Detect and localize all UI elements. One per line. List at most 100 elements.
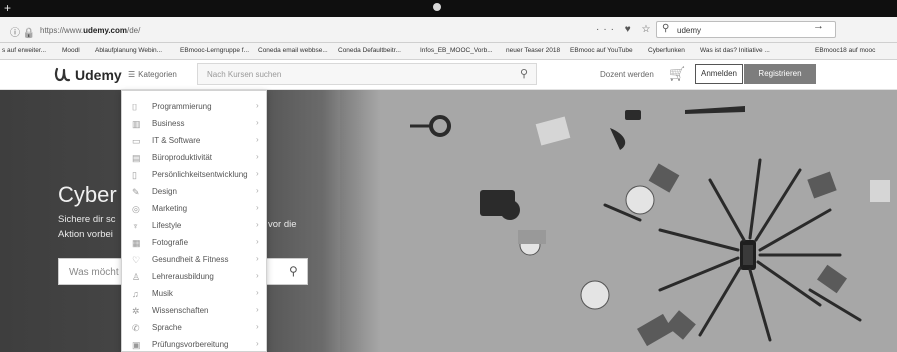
- become-instructor-link[interactable]: Dozent werden: [600, 70, 654, 79]
- category-item-musik[interactable]: ♫ Musik ›: [122, 288, 268, 304]
- categories-button[interactable]: ☰ Kategorien: [128, 70, 177, 79]
- category-item-design[interactable]: ✎ Design ›: [122, 186, 268, 202]
- category-item-lifestyle[interactable]: ♆ Lifestyle ›: [122, 220, 268, 236]
- chevron-right-icon: ›: [256, 220, 259, 229]
- login-button[interactable]: Anmelden: [695, 64, 743, 84]
- go-arrow-icon[interactable]: →: [813, 20, 824, 32]
- document-icon: ▤: [132, 153, 141, 163]
- url-suffix: /de/: [127, 26, 141, 35]
- category-label: Lifestyle: [152, 221, 182, 230]
- category-item-gesundheit-fitness[interactable]: ♡ Gesundheit & Fitness ›: [122, 254, 268, 270]
- category-item-wissenschaften[interactable]: ✲ Wissenschaften ›: [122, 305, 268, 321]
- music-icon: ♫: [132, 289, 139, 299]
- teacher-icon: ♙: [132, 272, 141, 282]
- chevron-right-icon: ›: [256, 203, 259, 212]
- category-label: Fotografie: [152, 238, 189, 247]
- category-item-persoenlichkeitsentwicklung[interactable]: ▯ Persönlichkeitsentwicklung ›: [122, 169, 268, 185]
- exam-icon: ▣: [132, 340, 141, 350]
- bookmark-item[interactable]: EBmooc auf YouTube: [570, 47, 633, 54]
- lifestyle-icon: ♆: [132, 221, 139, 231]
- category-item-fotografie[interactable]: ▦ Fotografie ›: [122, 237, 268, 253]
- heart-icon: ♡: [132, 255, 141, 265]
- chevron-right-icon: ›: [256, 186, 259, 195]
- bookmark-item[interactable]: Moodl: [62, 47, 80, 54]
- hero-search-placeholder: Was möcht: [69, 267, 119, 278]
- search-icon: ⚲: [662, 23, 670, 34]
- bookmark-item[interactable]: Ablaufplanung Webin...: [95, 47, 162, 54]
- category-item-sprache[interactable]: ✆ Sprache ›: [122, 322, 268, 338]
- search-icon[interactable]: ⚲: [289, 264, 298, 278]
- browser-tab-strip: +: [0, 0, 897, 17]
- logo-text[interactable]: Udemy: [75, 67, 122, 83]
- course-search-input[interactable]: Nach Kursen suchen ⚲: [197, 63, 537, 85]
- browser-search-value: udemy: [677, 26, 702, 35]
- atom-icon: ✲: [132, 306, 140, 316]
- tab-indicator: [433, 3, 441, 11]
- menu-icon: ☰: [128, 70, 136, 79]
- bookmark-item[interactable]: EBmooc-Lerngruppe f...: [180, 47, 249, 54]
- category-label: Musik: [152, 289, 173, 298]
- category-item-lehrerausbildung[interactable]: ♙ Lehrerausbildung ›: [122, 271, 268, 287]
- register-button[interactable]: Registrieren: [744, 64, 816, 84]
- chevron-right-icon: ›: [256, 305, 259, 314]
- target-icon: ◎: [132, 204, 140, 214]
- category-label: Sprache: [152, 323, 182, 332]
- categories-dropdown: ⌷ Programmierung › ▥ Business › ▭ IT & Softwa…: [121, 90, 267, 352]
- bookmark-item[interactable]: s auf erweiter...: [2, 47, 46, 54]
- monitor-icon: ▭: [132, 136, 141, 146]
- url-domain: udemy.com: [83, 26, 127, 35]
- category-item-business[interactable]: ▥ Business ›: [122, 118, 268, 134]
- category-item-bueroproduktivitaet[interactable]: ▤ Büroproduktivität ›: [122, 152, 268, 168]
- category-item-marketing[interactable]: ◎ Marketing ›: [122, 203, 268, 219]
- pencil-icon: ✎: [132, 187, 140, 197]
- category-label: Persönlichkeitsentwicklung: [152, 170, 248, 179]
- category-label: Büroproduktivität: [152, 153, 213, 162]
- lock-icon: ⓘ 🔒: [10, 28, 36, 39]
- chart-icon: ▥: [132, 119, 141, 129]
- site-header: Udemy ☰ Kategorien Nach Kursen suchen ⚲ D…: [0, 60, 897, 90]
- book-icon: ▯: [132, 170, 137, 180]
- search-icon[interactable]: ⚲: [520, 67, 528, 80]
- chevron-right-icon: ›: [256, 101, 259, 110]
- bookmark-item[interactable]: Was ist das? Initiative ...: [700, 47, 770, 54]
- address-bar[interactable]: https://www.udemy.com/de/: [40, 26, 140, 35]
- bookmark-item[interactable]: Infos_EB_MOOC_Vorb...: [420, 47, 493, 54]
- camera-icon: ▦: [132, 238, 141, 248]
- bookmark-item[interactable]: neuer Teaser 2018: [506, 47, 560, 54]
- category-item-it-software[interactable]: ▭ IT & Software ›: [122, 135, 268, 151]
- bookmark-item[interactable]: Cyberfunken: [648, 47, 685, 54]
- category-item-programmierung[interactable]: ⌷ Programmierung ›: [122, 101, 268, 117]
- categories-label: Kategorien: [138, 70, 177, 79]
- cart-icon[interactable]: 🛒: [669, 66, 685, 82]
- chevron-right-icon: ›: [256, 339, 259, 348]
- hero-image: [340, 90, 897, 352]
- chevron-right-icon: ›: [256, 169, 259, 178]
- bookmark-item[interactable]: EBmooc18 auf mooc: [815, 47, 875, 54]
- new-tab-button[interactable]: +: [4, 1, 11, 15]
- udemy-logo-icon[interactable]: [54, 66, 72, 83]
- page-actions-icons[interactable]: ··· ♥ ☆: [596, 24, 654, 35]
- chevron-right-icon: ›: [256, 152, 259, 161]
- chevron-right-icon: ›: [256, 322, 259, 331]
- category-item-pruefungsvorbereitung[interactable]: ▣ Prüfungsvorbereitung ›: [122, 339, 268, 352]
- category-label: IT & Software: [152, 136, 201, 145]
- chevron-right-icon: ›: [256, 118, 259, 127]
- category-label: Gesundheit & Fitness: [152, 255, 229, 264]
- chevron-right-icon: ›: [256, 254, 259, 263]
- category-label: Business: [152, 119, 185, 128]
- category-label: Marketing: [152, 204, 188, 213]
- hero-illustration: [410, 106, 890, 347]
- bookmark-item[interactable]: Coneda email webbse...: [258, 47, 328, 54]
- bookmarks-bar: s auf erweiter... Moodl Ablaufplanung We…: [0, 43, 897, 60]
- course-search-placeholder: Nach Kursen suchen: [207, 70, 282, 79]
- chevron-right-icon: ›: [256, 271, 259, 280]
- bookmark-item[interactable]: Coneda Defaultbeitr...: [338, 47, 401, 54]
- hero-subtitle-line1: Sichere dir sc: [58, 214, 116, 225]
- code-icon: ⌷: [132, 102, 138, 112]
- category-label: Lehrerausbildung: [152, 272, 214, 281]
- udemy-page: + ⓘ 🔒 https://www.udemy.com/de/ ··· ♥ ☆ …: [0, 0, 897, 352]
- browser-search-input[interactable]: ⚲ udemy: [656, 21, 836, 38]
- hero-title: Cyber: [58, 182, 117, 207]
- chevron-right-icon: ›: [256, 288, 259, 297]
- chevron-right-icon: ›: [256, 237, 259, 246]
